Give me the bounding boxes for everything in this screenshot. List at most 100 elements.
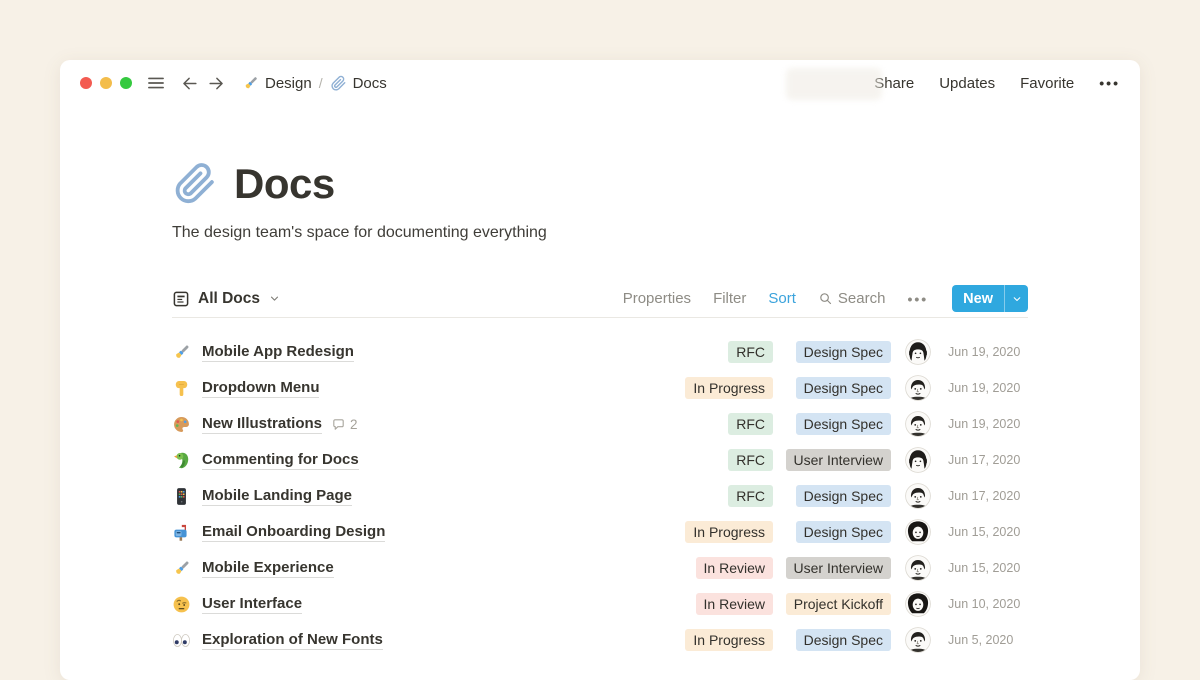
back-arrow-icon[interactable] [180,74,199,93]
doc-emoji-icon [172,451,191,470]
chevron-down-icon [1011,293,1023,305]
doc-date[interactable]: Jun 15, 2020 [948,525,1028,539]
toolbar-more-icon[interactable]: ••• [907,291,928,307]
type-tag[interactable]: Design Spec [796,521,891,543]
doc-emoji-icon [172,343,191,362]
breadcrumb-item-docs[interactable]: Docs [330,75,387,92]
doc-emoji-icon [172,487,191,506]
table-row[interactable]: User Interface In Review Project Kickoff… [172,586,1028,622]
type-tag[interactable]: User Interview [786,449,891,471]
table-row[interactable]: Mobile App Redesign RFC Design Spec Jun … [172,334,1028,370]
doc-date[interactable]: Jun 17, 2020 [948,489,1028,503]
table-row[interactable]: Commenting for Docs RFC User Interview J… [172,442,1028,478]
doc-date[interactable]: Jun 19, 2020 [948,381,1028,395]
doc-title-link[interactable]: Commenting for Docs [202,451,359,470]
table-row[interactable]: Dropdown Menu In Progress Design Spec Ju… [172,370,1028,406]
doc-emoji-icon [172,379,191,398]
doc-title-link[interactable]: Mobile Landing Page [202,487,352,506]
search-button[interactable]: Search [818,290,886,307]
breadcrumb-label: Docs [353,75,387,92]
table-row[interactable]: Exploration of New Fonts In Progress Des… [172,622,1028,658]
status-tag[interactable]: In Progress [685,377,773,399]
avatar[interactable] [905,483,931,509]
properties-button[interactable]: Properties [623,290,691,307]
doc-date[interactable]: Jun 10, 2020 [948,597,1028,611]
doc-date[interactable]: Jun 5, 2020 [948,633,1028,647]
view-switcher[interactable]: All Docs [172,290,281,308]
new-button[interactable]: New [952,285,1004,312]
search-icon [818,291,833,306]
blurred-region [786,68,882,100]
doc-emoji-icon [172,415,191,434]
minimize-window-button[interactable] [100,77,112,89]
comment-bubble-icon [331,417,346,432]
comment-count-value: 2 [350,417,358,432]
table-row[interactable]: Mobile Landing Page RFC Design Spec Jun … [172,478,1028,514]
doc-date[interactable]: Jun 19, 2020 [948,417,1028,431]
doc-title-link[interactable]: Email Onboarding Design [202,523,385,542]
sort-button[interactable]: Sort [768,290,796,307]
status-tag[interactable]: In Progress [685,521,773,543]
status-tag[interactable]: RFC [728,485,773,507]
avatar[interactable] [905,447,931,473]
new-button-dropdown[interactable] [1004,285,1028,312]
status-tag[interactable]: In Review [696,593,773,615]
status-tag[interactable]: RFC [728,341,773,363]
table-row[interactable]: Mobile Experience In Review User Intervi… [172,550,1028,586]
type-tag[interactable]: Design Spec [796,629,891,651]
avatar[interactable] [905,339,931,365]
type-tag[interactable]: Project Kickoff [786,593,891,615]
page-title[interactable]: Docs [234,160,335,208]
status-tag[interactable]: RFC [728,449,773,471]
doc-list: Mobile App Redesign RFC Design Spec Jun … [172,334,1028,658]
app-window: Design / Docs Share Updates Favorite •••… [60,60,1140,680]
doc-date[interactable]: Jun 17, 2020 [948,453,1028,467]
breadcrumb: Design / Docs [242,75,387,92]
chevron-down-icon [268,292,281,305]
table-row[interactable]: New Illustrations 2 RFC Design Spec Jun … [172,406,1028,442]
status-tag[interactable]: In Review [696,557,773,579]
sidebar-menu-icon[interactable] [146,73,166,93]
type-tag[interactable]: Design Spec [796,377,891,399]
doc-title-link[interactable]: Dropdown Menu [202,379,319,398]
favorite-button[interactable]: Favorite [1020,75,1074,92]
comment-count[interactable]: 2 [331,417,358,432]
doc-title-link[interactable]: Exploration of New Fonts [202,631,383,650]
avatar[interactable] [905,519,931,545]
doc-emoji-icon [172,523,191,542]
close-window-button[interactable] [80,77,92,89]
type-tag[interactable]: Design Spec [796,413,891,435]
avatar[interactable] [905,411,931,437]
new-button-group: New [952,285,1028,312]
filter-button[interactable]: Filter [713,290,746,307]
more-menu-icon[interactable]: ••• [1099,75,1120,91]
avatar[interactable] [905,591,931,617]
doc-date[interactable]: Jun 19, 2020 [948,345,1028,359]
collection-toolbar: All Docs Properties Filter Sort Search •… [172,280,1028,318]
updates-button[interactable]: Updates [939,75,995,92]
avatar[interactable] [905,375,931,401]
breadcrumb-item-design[interactable]: Design [242,75,312,92]
avatar[interactable] [905,627,931,653]
forward-arrow-icon[interactable] [207,74,226,93]
titlebar-actions: Share Updates Favorite ••• [874,75,1120,92]
status-tag[interactable]: In Progress [685,629,773,651]
page-subtitle[interactable]: The design team's space for documenting … [172,224,1028,242]
avatar[interactable] [905,555,931,581]
window-titlebar: Design / Docs Share Updates Favorite ••• [60,60,1140,106]
paperclip-icon [330,75,347,92]
doc-title-link[interactable]: Mobile Experience [202,559,334,578]
zoom-window-button[interactable] [120,77,132,89]
type-tag[interactable]: Design Spec [796,341,891,363]
type-tag[interactable]: Design Spec [796,485,891,507]
doc-title-link[interactable]: Mobile App Redesign [202,343,354,362]
breadcrumb-separator: / [319,75,323,91]
page-paperclip-icon[interactable] [172,161,218,207]
doc-title-link[interactable]: New Illustrations [202,415,322,434]
status-tag[interactable]: RFC [728,413,773,435]
doc-title-link[interactable]: User Interface [202,595,302,614]
doc-date[interactable]: Jun 15, 2020 [948,561,1028,575]
table-row[interactable]: Email Onboarding Design In Progress Desi… [172,514,1028,550]
traffic-lights [80,77,132,89]
type-tag[interactable]: User Interview [786,557,891,579]
